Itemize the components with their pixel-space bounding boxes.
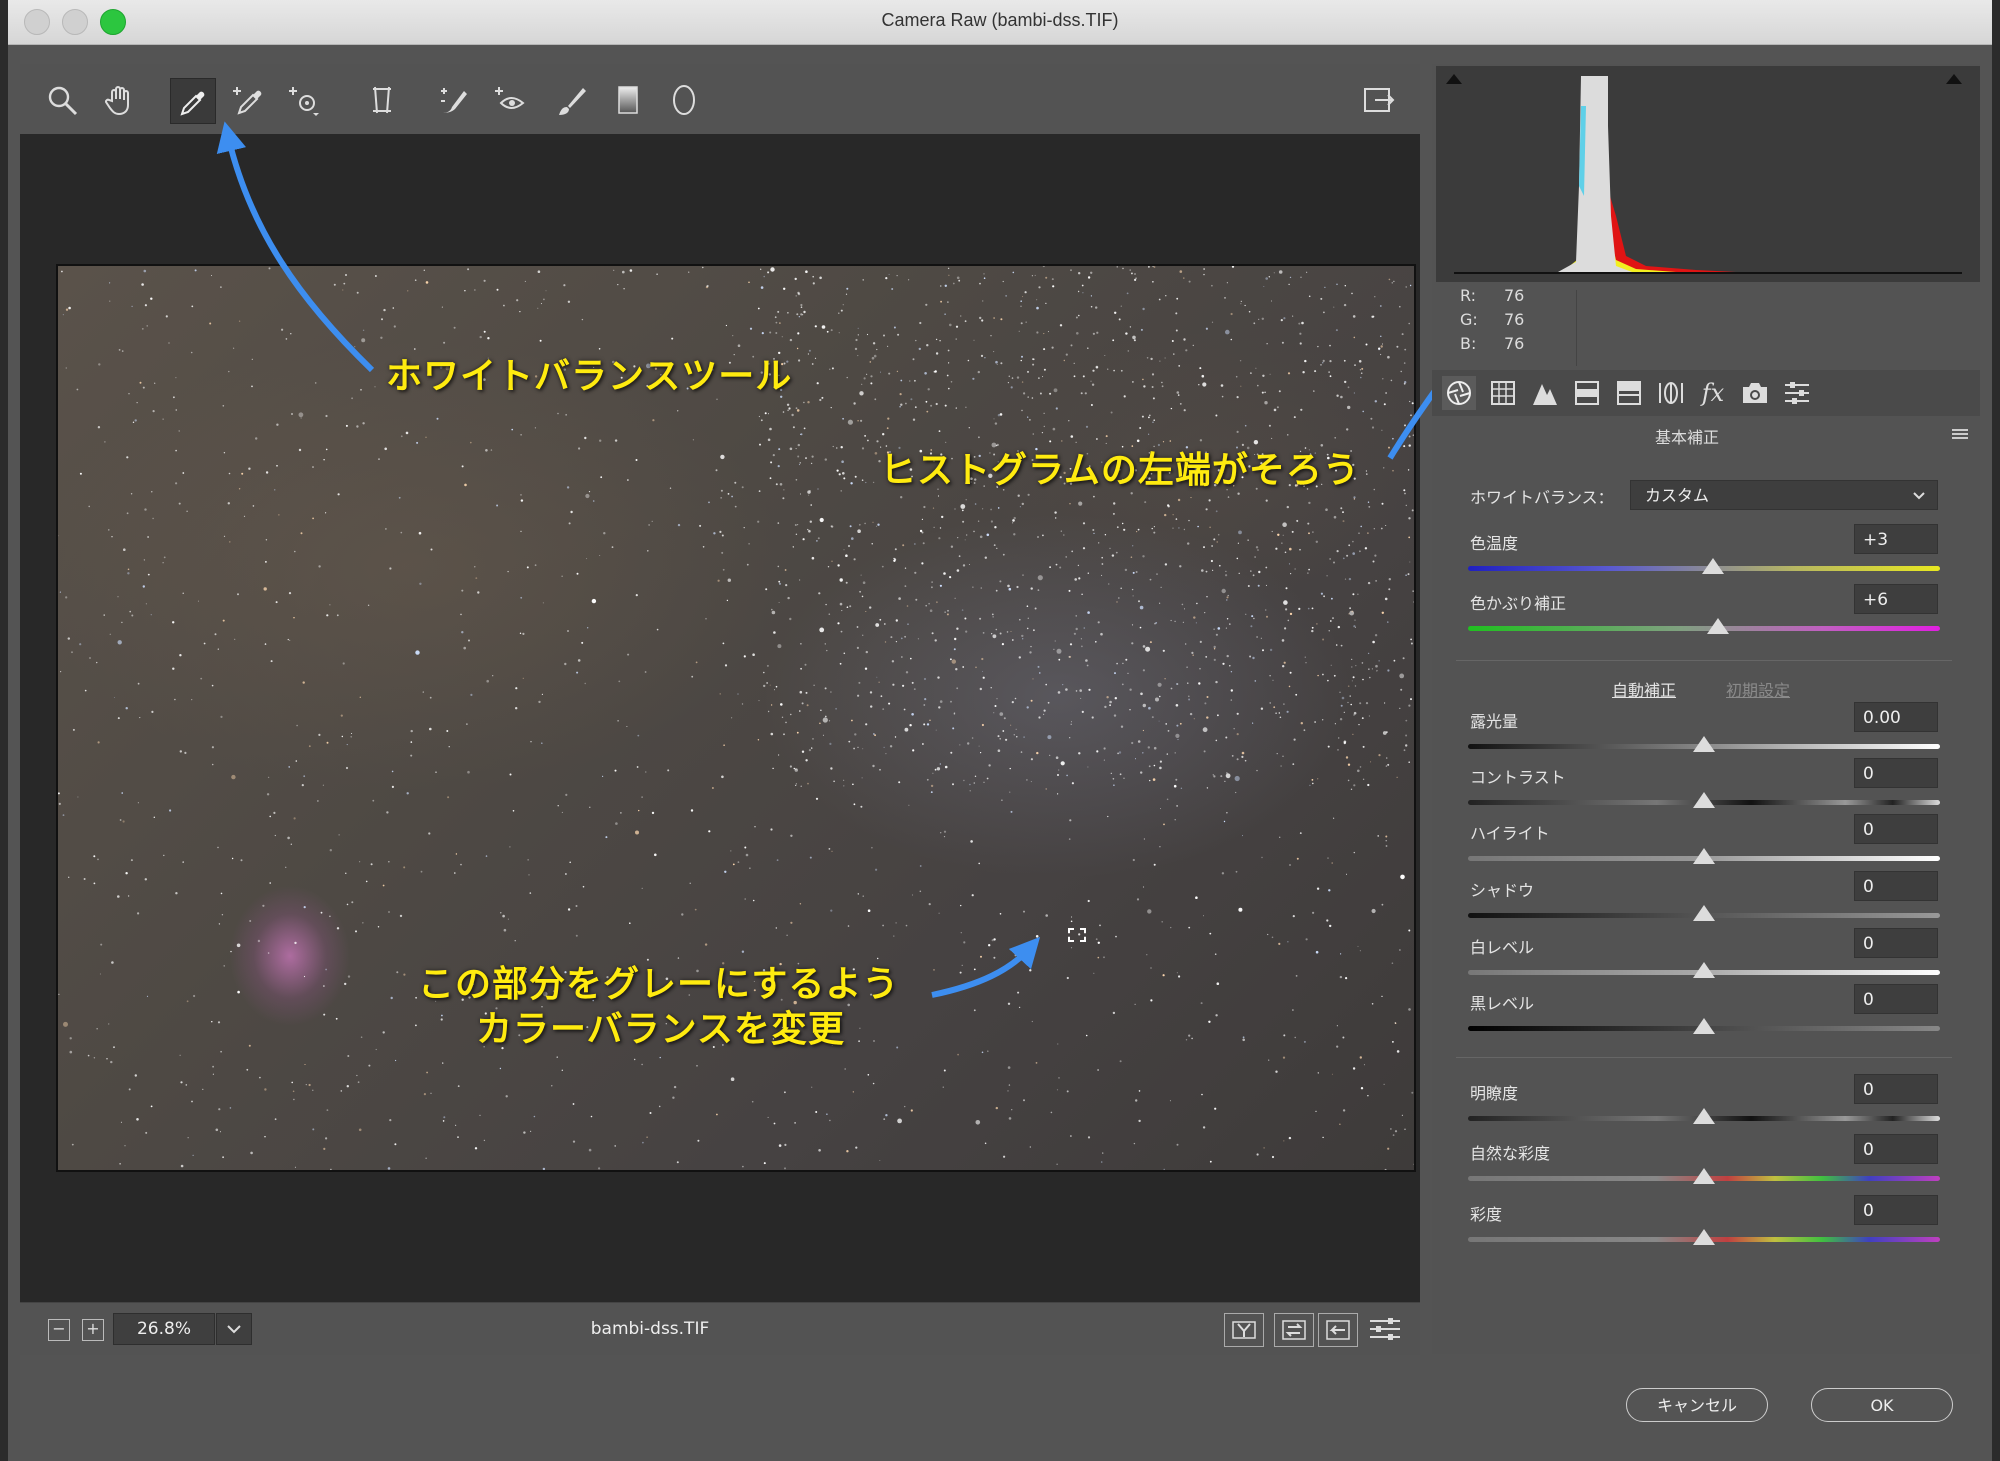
slider-thumb[interactable] [1707,618,1730,634]
histogram [1436,66,1980,282]
swap-settings-icon[interactable] [1274,1313,1314,1347]
slider-label: 色温度 [1470,534,1519,553]
slider-thumb[interactable] [1693,962,1715,978]
g-value: 76 [1504,310,1525,329]
slider-label: シャドウ [1470,881,1535,900]
arrow-to-sample [931,936,1041,998]
white-balance-value: カスタム [1645,486,1710,505]
arrow-to-wb-tool [216,121,375,373]
slider-value-field[interactable]: 0 [1854,871,1938,901]
slider-value-field[interactable]: 0 [1854,984,1938,1014]
slider-label: 明瞭度 [1470,1084,1519,1103]
slider-label: コントラスト [1470,768,1566,787]
status-bar: − + 26.8% bambi-dss.TIF [20,1302,1420,1355]
tab-basic-aperture-icon[interactable] [1442,376,1476,410]
white-balance-select[interactable]: カスタム [1630,480,1938,510]
panel-menu-icon[interactable] [1948,424,1972,444]
histogram-graph [1446,74,1962,274]
slider-label: 白レベル [1470,938,1535,957]
gray-callout-line2: カラーバランスを変更 [476,1009,845,1050]
white-balance-label: ホワイトバランス： [1470,488,1614,507]
zoom-in-button[interactable]: + [82,1319,104,1341]
wb-tool-callout: ホワイトバランスツール [386,356,793,397]
before-after-view-icon[interactable] [1224,1313,1264,1347]
panel-title: 基本補正 [1654,428,1719,447]
slider-value-field[interactable]: 0 [1854,928,1938,958]
slider-value-field[interactable]: 0 [1854,1195,1938,1225]
slider-value-field[interactable]: 0 [1854,1134,1938,1164]
slider-thumb[interactable] [1693,848,1715,864]
slider-value-field[interactable]: 0 [1854,1074,1938,1104]
rgb-readout: R: 76 G: 76 B: 76 [1460,286,1580,366]
r-value: 76 [1504,286,1525,305]
cancel-button[interactable]: キャンセル [1626,1388,1768,1422]
slider-thumb[interactable] [1693,736,1715,752]
slider-value-field[interactable]: +6 [1854,584,1938,614]
zoom-dropdown[interactable] [216,1313,252,1345]
panel-tab-bar: fx [1432,370,1980,416]
shadow-clipping-warning-icon [1446,74,1462,84]
section-divider [1456,1057,1952,1058]
slider-track[interactable] [1468,626,1940,631]
slider-value-field[interactable]: +3 [1854,524,1938,554]
slider-value-field[interactable]: 0 [1854,814,1938,844]
slider-label: 黒レベル [1470,994,1535,1013]
ok-button[interactable]: OK [1811,1388,1953,1422]
copy-settings-icon[interactable] [1318,1313,1358,1347]
b-value: 76 [1504,334,1525,353]
slider-label: 彩度 [1470,1205,1503,1224]
preview-preferences-icon[interactable] [1366,1313,1404,1345]
highlight-clipping-warning-icon [1946,74,1962,84]
readout-divider [1576,290,1577,366]
tab-split-toning-icon[interactable] [1612,376,1646,410]
g-label: G: [1460,310,1478,329]
r-label: R: [1460,286,1477,305]
chevron-down-icon [227,1325,241,1334]
zoom-level-field[interactable]: 26.8% [113,1313,215,1345]
slider-label: 色かぶり補正 [1470,594,1567,613]
slider-label: ハイライト [1470,824,1550,843]
default-button[interactable]: 初期設定 [1726,677,1790,701]
slider-value-field[interactable]: 0.00 [1854,702,1938,732]
slider-thumb[interactable] [1693,905,1715,921]
slider-thumb[interactable] [1693,1108,1715,1124]
tab-effects-icon[interactable]: fx [1696,376,1730,410]
slider-thumb[interactable] [1693,1018,1715,1034]
slider-value-field[interactable]: 0 [1854,758,1938,788]
slider-thumb[interactable] [1693,1229,1715,1245]
tab-lens-corrections-icon[interactable] [1654,376,1688,410]
file-name: bambi-dss.TIF [590,1319,710,1339]
section-divider [1456,660,1952,661]
tab-presets-icon[interactable] [1780,376,1814,410]
slider-thumb[interactable] [1693,1168,1715,1184]
histogram-callout: ヒストグラムの左端がそろう [880,450,1360,491]
slider-thumb[interactable] [1702,558,1725,574]
tab-detail-icon[interactable] [1528,376,1562,410]
tab-tone-curve-icon[interactable] [1486,376,1520,410]
chevron-down-icon [1913,492,1925,500]
zoom-out-button[interactable]: − [48,1319,70,1341]
tab-hsl-icon[interactable] [1570,376,1604,410]
slider-label: 自然な彩度 [1470,1144,1551,1163]
auto-button[interactable]: 自動補正 [1612,677,1676,701]
b-label: B: [1460,334,1477,353]
tab-camera-calibration-icon[interactable] [1738,376,1772,410]
slider-label: 露光量 [1470,712,1519,731]
slider-thumb[interactable] [1693,792,1715,808]
